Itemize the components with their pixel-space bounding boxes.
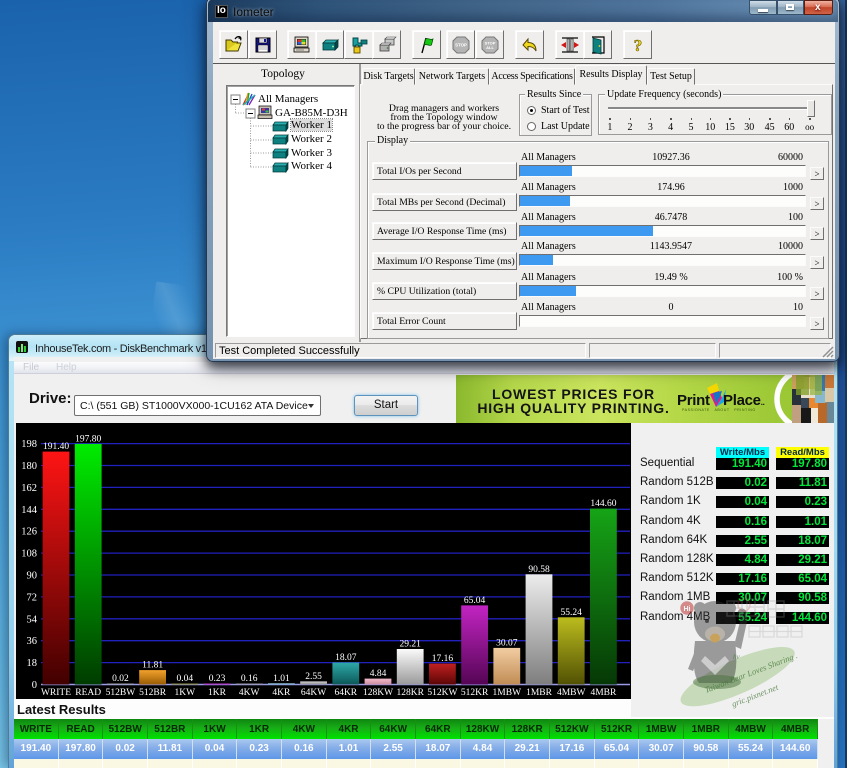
svg-text:1KW: 1KW xyxy=(175,688,196,698)
svg-text:29.21: 29.21 xyxy=(400,640,422,650)
svg-text:64KR: 64KR xyxy=(334,688,357,698)
svg-text:ALL: ALL xyxy=(486,45,494,50)
svg-text:0.23: 0.23 xyxy=(209,674,226,684)
svg-text:144.60: 144.60 xyxy=(590,499,616,509)
svg-text:?: ? xyxy=(634,36,643,55)
svg-text:64KW: 64KW xyxy=(301,688,326,698)
svg-text:512BR: 512BR xyxy=(139,688,167,698)
svg-text:WRITE: WRITE xyxy=(41,688,71,698)
svg-text:90.58: 90.58 xyxy=(528,565,550,575)
svg-text:55.24: 55.24 xyxy=(561,608,583,618)
svg-text:STOP: STOP xyxy=(455,42,467,47)
svg-text:54: 54 xyxy=(27,614,38,625)
svg-text:4KW: 4KW xyxy=(239,688,260,698)
svg-text:11.81: 11.81 xyxy=(142,661,163,671)
svg-text:1KR: 1KR xyxy=(208,688,227,698)
svg-text:4MBW: 4MBW xyxy=(557,688,586,698)
svg-text:128KW: 128KW xyxy=(363,688,393,698)
svg-text:1MBR: 1MBR xyxy=(526,688,553,698)
svg-text:30.07: 30.07 xyxy=(496,638,518,648)
svg-text:READ: READ xyxy=(75,688,101,698)
svg-text:18: 18 xyxy=(27,658,38,669)
svg-text:128KR: 128KR xyxy=(396,688,424,698)
svg-text:126: 126 xyxy=(21,527,37,538)
svg-text:4MBR: 4MBR xyxy=(590,688,617,698)
svg-text:108: 108 xyxy=(21,549,37,560)
svg-text:512KW: 512KW xyxy=(427,688,457,698)
svg-text:1MBW: 1MBW xyxy=(493,688,522,698)
svg-text:0.02: 0.02 xyxy=(112,674,129,684)
svg-text:72: 72 xyxy=(27,592,38,603)
svg-text:197.80: 197.80 xyxy=(75,434,101,444)
svg-text:180: 180 xyxy=(21,461,37,472)
svg-text:90: 90 xyxy=(27,571,38,582)
svg-text:0: 0 xyxy=(32,680,37,691)
svg-text:198: 198 xyxy=(21,439,37,450)
svg-text:65.04: 65.04 xyxy=(464,596,486,606)
svg-text:4KR: 4KR xyxy=(272,688,291,698)
svg-text:191.40: 191.40 xyxy=(43,442,69,452)
svg-text:1.01: 1.01 xyxy=(273,674,290,684)
svg-text:36: 36 xyxy=(27,636,38,647)
svg-text:18.07: 18.07 xyxy=(335,653,357,663)
svg-text:512BW: 512BW xyxy=(106,688,136,698)
svg-text:0.04: 0.04 xyxy=(176,674,193,684)
svg-text:512KR: 512KR xyxy=(461,688,489,698)
svg-text:2.55: 2.55 xyxy=(305,672,322,682)
svg-text:0.16: 0.16 xyxy=(241,674,258,684)
svg-text:162: 162 xyxy=(21,483,37,494)
svg-text:4.84: 4.84 xyxy=(370,669,387,679)
svg-text:17.16: 17.16 xyxy=(432,654,454,664)
svg-text:144: 144 xyxy=(21,505,38,516)
